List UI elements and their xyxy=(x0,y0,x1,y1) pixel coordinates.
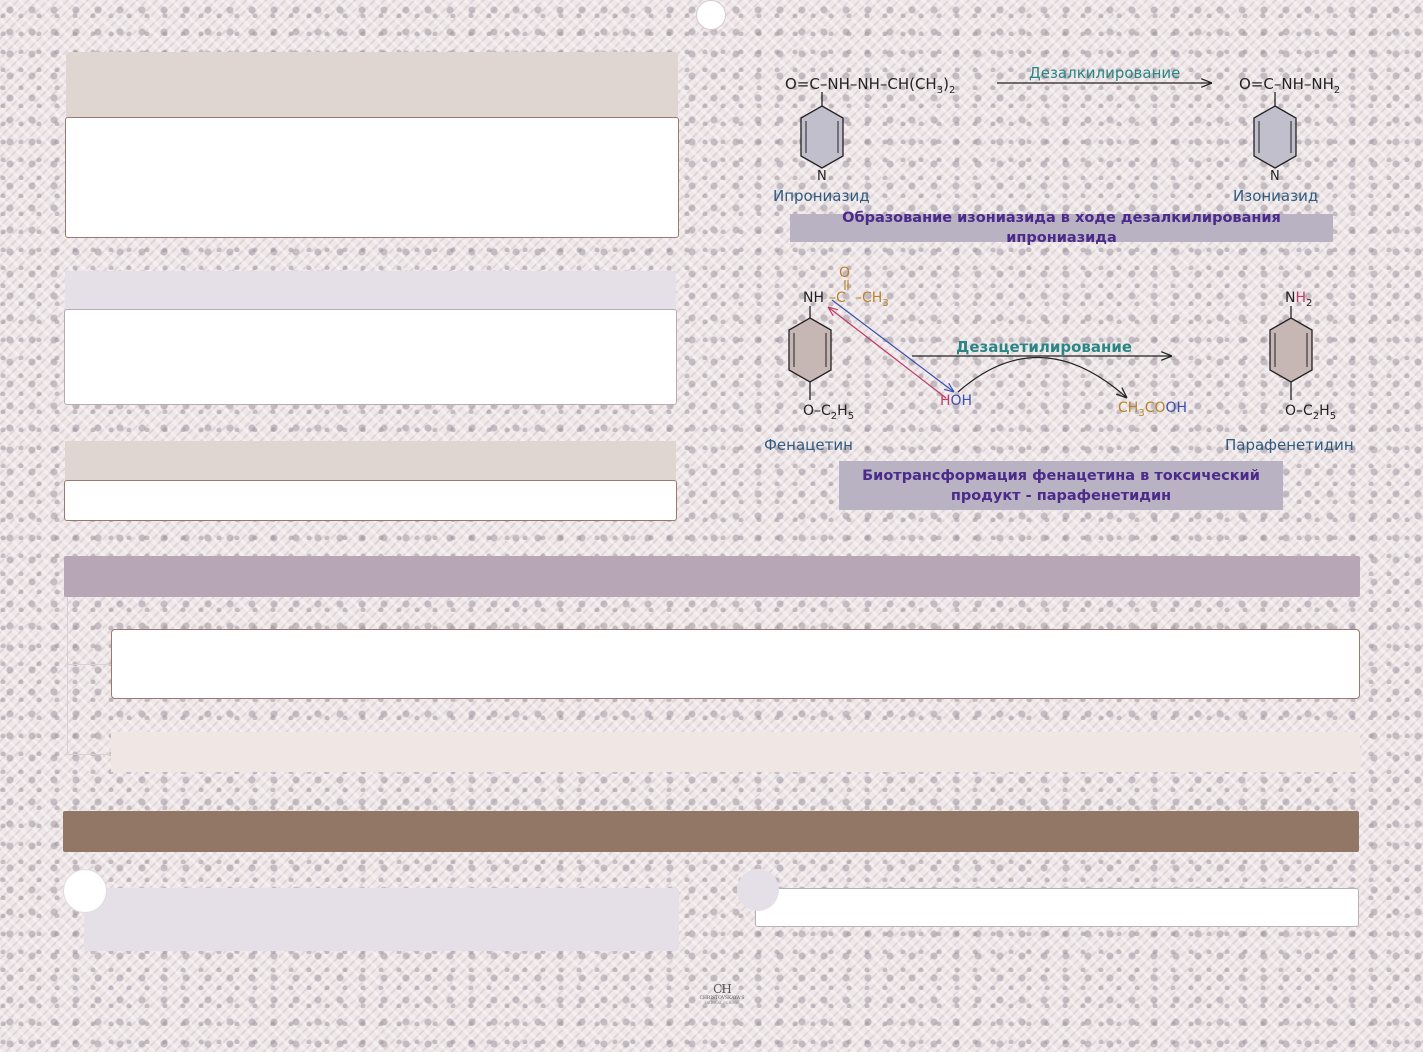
acetic-acid: CH3COOH xyxy=(1118,400,1187,419)
phenacetin-label: Фенацетин xyxy=(764,436,853,454)
logo-line2: MEDICAL SCHOOL xyxy=(704,1001,740,1005)
attack-arrow-blue xyxy=(831,299,954,392)
svg-text:O=C–NH–NH–CH(CH3)2: O=C–NH–NH–CH(CH3)2 xyxy=(785,75,955,96)
paraphenetidine-label: Парафенетидин xyxy=(1225,436,1354,454)
phenacetin-ethoxy: O–C2H5 xyxy=(803,403,854,422)
phenacetin-ring xyxy=(788,317,832,383)
reaction2-caption-line2: продукт - парафенетидин xyxy=(950,487,1172,504)
reaction2-caption: Биотрансформация фенацетина в токсически… xyxy=(839,461,1283,510)
water-molecule: HOH xyxy=(940,393,972,409)
dealkylation-label: Дезалкилирование xyxy=(1029,64,1180,82)
logo-monogram: CH xyxy=(713,982,732,996)
iproniazid-formula: O=C–NH–NH–CH(CH3)2 xyxy=(785,75,955,96)
iproniazid-ring-n: N xyxy=(817,169,827,184)
methyl-group: –CH3 xyxy=(855,290,889,309)
isoniazid-formula: O=C–NH–NH2 xyxy=(1239,75,1340,96)
paraphenetidine-nh2: NH2 xyxy=(1285,290,1312,309)
iproniazid-label: Ипрониазид xyxy=(773,187,870,205)
reaction2-caption-line1: Биотрансформация фенацетина в токсически… xyxy=(862,467,1260,484)
chemistry-diagram: O=C–NH–NH–CH(CH3)2 N Ипрониазид Дезалкил… xyxy=(764,64,1354,454)
reaction1-caption: Образование изониазида в ходе дезалкилир… xyxy=(790,210,1333,246)
isoniazid-ring xyxy=(1253,105,1297,169)
paraphenetidine-ethoxy: O–C2H5 xyxy=(1285,403,1336,422)
carbonyl-o: O xyxy=(839,265,850,281)
phenacetin-nh: NH xyxy=(803,290,824,306)
iproniazid-ring xyxy=(800,105,844,169)
isoniazid-ring-n: N xyxy=(1270,169,1280,184)
isoniazid-label: Изониазид xyxy=(1233,187,1318,205)
deacetylation-label: Дезацетилирование xyxy=(956,338,1132,356)
school-logo: CH CHRISTOVSKAYA'S MEDICAL SCHOOL xyxy=(692,982,752,1005)
paraphenetidine-ring xyxy=(1269,317,1313,383)
attack-arrow-red xyxy=(828,307,947,399)
byproduct-arrow xyxy=(957,356,1127,398)
